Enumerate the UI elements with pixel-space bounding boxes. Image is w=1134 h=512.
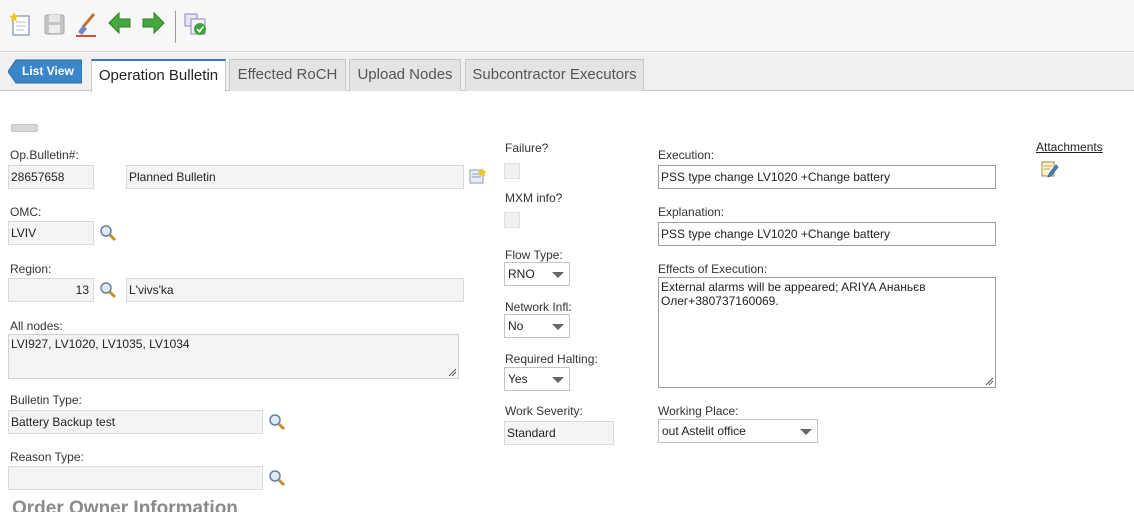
mxm-info-checkbox[interactable]: [504, 212, 520, 228]
attachments-link[interactable]: Attachments: [1036, 140, 1103, 154]
region-name-field[interactable]: L'vivs'ka: [126, 278, 464, 302]
working-place-value: out Astelit office: [662, 424, 746, 438]
effects-textarea[interactable]: External alarms will be appeared; ARIYA …: [658, 277, 996, 388]
toolbar-separator: [175, 11, 176, 43]
save-icon[interactable]: [42, 10, 68, 38]
chevron-down-icon: [800, 429, 812, 435]
approve-icon[interactable]: [183, 10, 209, 38]
effects-label: Effects of Execution:: [658, 262, 768, 276]
reason-type-label: Reason Type:: [10, 450, 84, 464]
network-infl-label: Network Infl:: [505, 300, 572, 314]
collapse-button[interactable]: [11, 124, 38, 132]
required-halting-select[interactable]: Yes: [504, 367, 570, 391]
reason-type-field[interactable]: [8, 466, 263, 490]
chevron-down-icon: [552, 377, 564, 383]
list-view-label: List View: [22, 64, 74, 78]
tab-operation-bulletin[interactable]: Operation Bulletin: [91, 59, 226, 92]
required-halting-value: Yes: [508, 372, 528, 386]
omc-search-icon[interactable]: [99, 224, 117, 242]
region-search-icon[interactable]: [99, 281, 117, 299]
work-severity-field[interactable]: Standard: [504, 421, 614, 445]
effects-value: External alarms will be appeared; ARIYA …: [661, 280, 926, 308]
back-arrow-icon[interactable]: [107, 10, 133, 38]
order-owner-section-title: Order Owner Information: [12, 498, 238, 512]
omc-field[interactable]: LVIV: [8, 221, 94, 245]
explanation-field[interactable]: PSS type change LV1020 +Change battery: [658, 222, 996, 246]
network-infl-select[interactable]: No: [504, 314, 570, 338]
clear-brush-icon[interactable]: [74, 10, 100, 38]
omc-label: OMC:: [10, 205, 42, 219]
failure-label: Failure?: [505, 141, 549, 155]
new-document-icon[interactable]: [8, 10, 34, 38]
all-nodes-textarea[interactable]: LVI927, LV1020, LV1035, LV1034: [8, 334, 459, 379]
resize-grip-icon[interactable]: [985, 377, 993, 385]
tab-upload-nodes[interactable]: Upload Nodes: [349, 59, 461, 91]
op-bulletin-label: Op.Bulletin#:: [10, 148, 79, 162]
flow-type-label: Flow Type:: [505, 248, 563, 262]
all-nodes-value: LVI927, LV1020, LV1035, LV1034: [11, 337, 190, 351]
flow-type-select[interactable]: RNO: [504, 262, 570, 286]
chevron-down-icon: [552, 272, 564, 278]
bulletin-status-field[interactable]: Planned Bulletin: [126, 165, 464, 189]
tab-bar: List View Operation Bulletin Effected Ro…: [0, 53, 1134, 92]
working-place-select[interactable]: out Astelit office: [658, 419, 818, 443]
edit-attachment-icon[interactable]: [1041, 160, 1059, 178]
tab-subcontractor-executors[interactable]: Subcontractor Executors: [465, 59, 644, 91]
list-view-button[interactable]: List View: [8, 59, 82, 84]
execution-label: Execution:: [658, 148, 715, 162]
tab-effected-roch[interactable]: Effected RoCH: [229, 59, 346, 91]
required-halting-label: Required Halting:: [505, 352, 598, 366]
toolbar: [0, 0, 1134, 52]
op-bulletin-field[interactable]: 28657658: [8, 165, 94, 189]
explanation-label: Explanation:: [658, 205, 725, 219]
bulletin-type-field[interactable]: Battery Backup test: [8, 410, 263, 434]
all-nodes-label: All nodes:: [10, 319, 63, 333]
bulletin-type-search-icon[interactable]: [268, 413, 286, 431]
resize-grip-icon[interactable]: [448, 368, 456, 376]
mxm-info-label: MXM info?: [505, 191, 563, 205]
network-infl-value: No: [508, 319, 524, 333]
work-severity-label: Work Severity:: [505, 404, 583, 418]
flow-type-value: RNO: [508, 267, 535, 281]
bulletin-status-picker-icon[interactable]: [469, 167, 487, 185]
execution-field[interactable]: PSS type change LV1020 +Change battery: [658, 165, 996, 189]
chevron-down-icon: [552, 324, 564, 330]
forward-arrow-icon[interactable]: [140, 10, 166, 38]
region-code-field[interactable]: 13: [8, 278, 94, 302]
reason-type-search-icon[interactable]: [268, 469, 286, 487]
region-label: Region:: [10, 262, 52, 276]
working-place-label: Working Place:: [658, 404, 739, 418]
bulletin-type-label: Bulletin Type:: [10, 393, 82, 407]
failure-checkbox[interactable]: [504, 163, 520, 179]
